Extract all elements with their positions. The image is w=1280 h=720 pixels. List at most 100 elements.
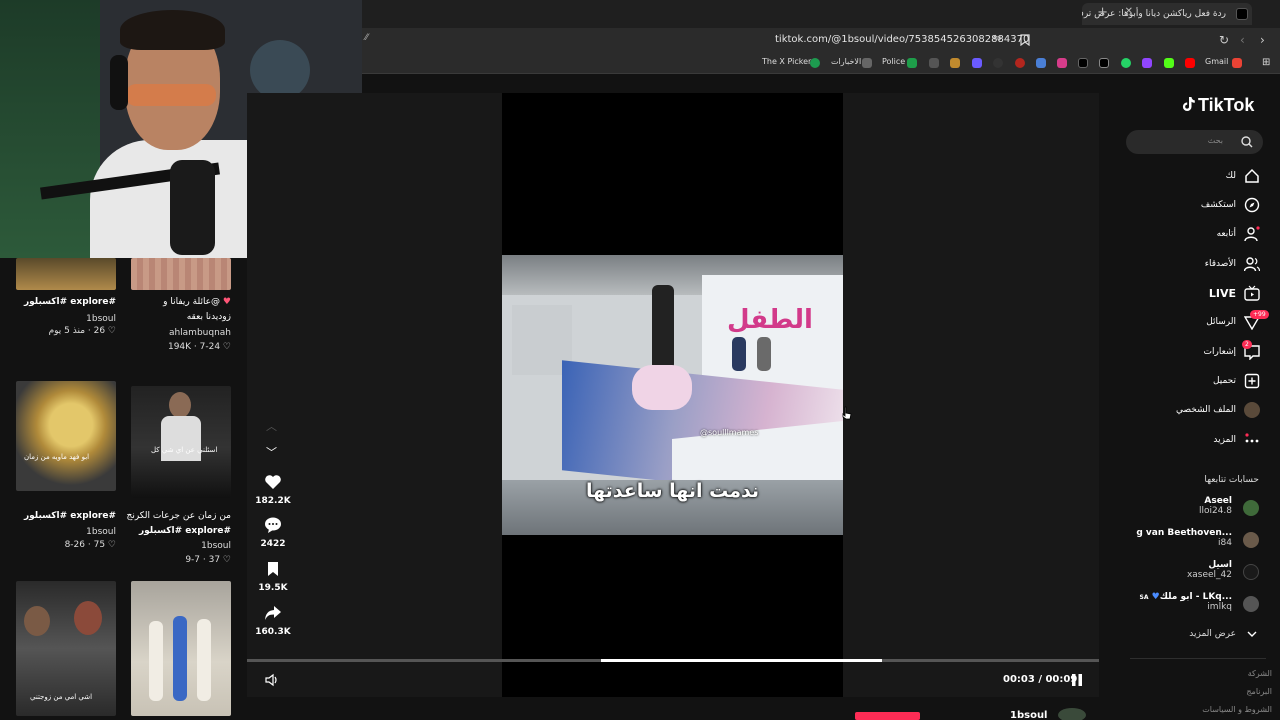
s-app-icon[interactable]	[972, 58, 982, 68]
nav-profile[interactable]: الملف الشخصي	[1176, 400, 1260, 420]
nav-following[interactable]: أتابعه	[1217, 224, 1260, 244]
close-tab-icon[interactable]: ✕	[1125, 6, 1133, 17]
nav-messages[interactable]: 99+ الرسائل	[1206, 310, 1269, 332]
apps-grid-icon[interactable]: ⊞	[1262, 57, 1270, 68]
share-icon	[265, 606, 281, 620]
video-meta: ♡ 75 · 8-26	[65, 540, 116, 550]
followed-account[interactable]: اسيل xaseel_42	[1187, 560, 1232, 580]
footer-company-link[interactable]: الشركة	[1248, 669, 1272, 678]
video-progress-bar[interactable]	[247, 659, 1099, 662]
nav-live[interactable]: LIVE	[1209, 283, 1260, 303]
avatar[interactable]	[1243, 596, 1259, 612]
next-video-icon[interactable]: ﹀	[266, 444, 277, 460]
video-author[interactable]: 1bsoul	[86, 527, 116, 537]
twitch-icon[interactable]	[1142, 58, 1152, 68]
pause-icon[interactable]	[1071, 673, 1083, 687]
video-thumbnail[interactable]: اسئلني عن اي شي كل	[131, 386, 231, 498]
save-count: 19.5K	[258, 583, 288, 593]
account-name: g van Beethoven...	[1136, 528, 1232, 538]
video-progress-fill	[601, 659, 882, 662]
child-figure	[757, 337, 771, 371]
video-caption[interactable]: #explore #اكسبلور	[24, 511, 116, 521]
kick-icon[interactable]	[1164, 58, 1174, 68]
video-author[interactable]: 1bsoul	[201, 541, 231, 551]
instagram-icon[interactable]	[1057, 58, 1067, 68]
avatar[interactable]	[1243, 564, 1259, 580]
avatar[interactable]	[1243, 500, 1259, 516]
nav-for-you[interactable]: لك	[1226, 166, 1260, 186]
person-image	[161, 416, 201, 461]
nav-notifications[interactable]: 2 إشعارات	[1204, 340, 1260, 362]
followed-account[interactable]: g van Beethoven... i84	[1136, 528, 1232, 548]
forward-icon[interactable]: ‹	[1240, 33, 1245, 47]
new-tab-icon[interactable]: +	[1097, 5, 1108, 20]
like-button[interactable]: 182.2K	[253, 474, 293, 506]
video-caption-line2: زوديدنا بعقه	[186, 312, 231, 322]
banner-text: الطفل	[727, 305, 813, 335]
video-thumbnail[interactable]	[131, 258, 231, 290]
video-thumbnail[interactable]: اشي امي من زوجتني	[16, 581, 116, 716]
x-icon[interactable]	[1099, 58, 1109, 68]
video-thumbnail[interactable]	[16, 258, 116, 290]
man-figure	[652, 285, 674, 370]
tiktok-logo[interactable]: TikTok	[1198, 95, 1254, 116]
whatsapp-icon[interactable]	[1121, 58, 1131, 68]
back-icon[interactable]: ›	[1260, 33, 1265, 47]
video-caption[interactable]: ♥ @عائلة ريفانا و	[163, 297, 231, 307]
video-stats: 26 · منذ 5 يوم	[48, 326, 106, 336]
bookmark-icon[interactable]	[1020, 34, 1030, 46]
person-image	[169, 392, 191, 418]
following-accounts-title: حسابات تتابعها	[1204, 475, 1259, 485]
avatar[interactable]	[1058, 708, 1086, 720]
footer-terms-link[interactable]: الشروط و السياسات	[1202, 705, 1272, 714]
nav-explore[interactable]: استكشف	[1201, 195, 1260, 215]
blue-heart-icon: ♥	[1151, 592, 1160, 602]
save-button[interactable]: 19.5K	[253, 561, 293, 593]
docs-icon[interactable]	[1036, 58, 1046, 68]
tiktok-bookmark-icon[interactable]	[1078, 58, 1088, 68]
video-author[interactable]: ahlambuqnah	[169, 328, 231, 338]
account-handle: i84	[1218, 538, 1232, 548]
video-caption[interactable]: من زمان عن جرعات الكرنج	[127, 511, 231, 521]
inbox-icon: 2	[1242, 340, 1260, 360]
video-caption-line2: #explore #اكسبلور	[138, 526, 231, 536]
bookmark-ijazat[interactable]: الاخبارات	[831, 57, 861, 66]
red-circle-icon[interactable]	[1015, 58, 1025, 68]
video-thumbnail[interactable]: ابو فهد ماويه من زمان	[16, 381, 116, 491]
youtube-icon[interactable]	[1185, 58, 1195, 68]
bottom-username[interactable]: 1bsoul	[1010, 710, 1048, 720]
video-author[interactable]: 1bsoul	[86, 314, 116, 324]
footer-program-link[interactable]: البرنامج	[1246, 687, 1272, 696]
comment-button[interactable]: 2422	[253, 517, 293, 549]
site-settings-icon[interactable]: ⇋	[993, 33, 1001, 44]
child-figure	[732, 337, 746, 371]
reload-icon[interactable]: ↻	[1219, 33, 1229, 47]
profile-avatar	[1244, 402, 1260, 418]
share-button[interactable]: 160.3K	[253, 605, 293, 637]
ring-icon[interactable]	[993, 58, 1003, 68]
search-input[interactable]: بحث	[1126, 130, 1263, 154]
see-more-link[interactable]: عرض المزيد	[1189, 624, 1260, 644]
bag-icon[interactable]	[950, 58, 960, 68]
follow-button[interactable]	[855, 712, 920, 720]
volume-icon[interactable]	[265, 673, 281, 687]
bookmark-police[interactable]: Police	[882, 57, 905, 66]
search-icon[interactable]	[1241, 136, 1253, 148]
video-thumbnail[interactable]	[131, 581, 231, 716]
extension-icon[interactable]: ⁄⁄	[365, 33, 368, 43]
avatar[interactable]	[1243, 532, 1259, 548]
bookmark-x-picker[interactable]: The X Picker	[762, 57, 811, 66]
nav-more[interactable]: المزيد	[1213, 430, 1260, 450]
followed-account[interactable]: Aseel lloi24.8	[1199, 496, 1232, 516]
video-meta: ♡ 37 · 9-7	[185, 555, 231, 565]
followed-account[interactable]: SA ♥ابو ملك - LKq... imlkq	[1140, 592, 1232, 612]
nav-upload[interactable]: تحميل	[1213, 371, 1260, 391]
heart-icon: ♡	[220, 342, 231, 352]
bookmark-gmail[interactable]: Gmail	[1205, 57, 1228, 66]
previous-video-icon[interactable]: ︿	[266, 418, 277, 434]
link-icon[interactable]	[929, 58, 939, 68]
video-caption[interactable]: #explore #اكسبلور	[24, 297, 116, 307]
url-field[interactable]: tiktok.com/@1bsoul/video/753854526308288…	[775, 34, 1029, 45]
nav-friends[interactable]: الأصدقاء	[1205, 254, 1260, 274]
account-handle: xaseel_42	[1186, 570, 1232, 580]
